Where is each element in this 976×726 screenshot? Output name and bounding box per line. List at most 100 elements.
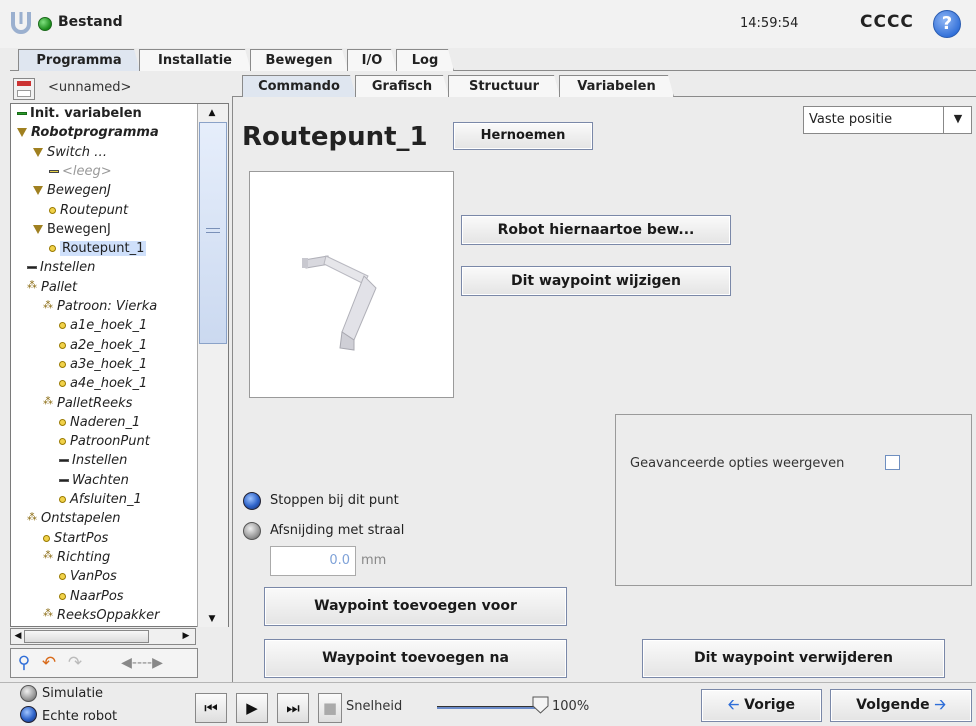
tree-item[interactable]: NaarPos — [59, 589, 124, 605]
tree-item[interactable]: BewegenJ — [33, 183, 111, 199]
tree-item-label: ReeksOppakker — [57, 607, 160, 623]
tree-item[interactable]: Wachten — [59, 473, 129, 489]
tree-item-label: Pallet — [41, 279, 78, 295]
tab-io[interactable]: I/O — [347, 49, 397, 71]
tree-item[interactable]: Afsluiten_1 — [59, 492, 142, 508]
simulation-radio[interactable] — [20, 685, 37, 702]
scroll-left-icon[interactable]: ◀ — [11, 629, 25, 643]
scroll-up-icon[interactable]: ▲ — [205, 106, 219, 121]
tree-item-label: PalletReeks — [57, 395, 133, 411]
save-program-icon[interactable] — [13, 78, 35, 100]
tree-item-label: Routepunt — [60, 202, 129, 218]
triangle-icon — [17, 128, 27, 138]
tree-item[interactable]: Switch … — [33, 145, 107, 161]
tree-item-label: BewegenJ — [47, 183, 111, 199]
tree-item-label: StartPos — [54, 530, 109, 546]
undo-icon[interactable]: ↶ — [37, 652, 61, 676]
add-waypoint-before-button[interactable]: Waypoint toevoegen voor — [264, 587, 567, 626]
tree-item[interactable]: PalletReeks — [43, 394, 133, 412]
tab-structuur[interactable]: Structuur — [448, 75, 560, 97]
tree-item[interactable]: Routepunt_1 — [49, 241, 147, 257]
search-icon[interactable]: ⚲ — [13, 652, 35, 676]
step-icon[interactable]: ⏭ — [277, 693, 309, 723]
tree-item[interactable]: a4e_hoek_1 — [59, 376, 147, 392]
chevron-down-icon[interactable]: ▼ — [943, 106, 972, 134]
bar-icon — [59, 459, 69, 463]
waypoint-icon — [59, 380, 66, 388]
tree-item[interactable]: Instellen — [59, 453, 127, 469]
tree-item[interactable]: <leeg> — [49, 164, 112, 180]
tree-item[interactable]: StartPos — [43, 531, 108, 547]
tree-item[interactable]: Patroon: Vierka — [43, 298, 157, 315]
tree-item-label: Naderen_1 — [70, 414, 141, 430]
speed-slider-fill — [437, 707, 535, 709]
tree-item[interactable]: Instellen — [27, 260, 95, 276]
scroll-right-icon[interactable]: ▶ — [179, 629, 193, 643]
advanced-options-box — [615, 414, 972, 586]
delete-waypoint-button[interactable]: Dit waypoint verwijderen — [642, 639, 945, 678]
tab-grafisch[interactable]: Grafisch — [355, 75, 449, 97]
stop-icon[interactable]: ■ — [318, 693, 342, 723]
green-bar-icon — [17, 112, 27, 115]
tree-item[interactable]: Ontstapelen — [27, 510, 121, 527]
rename-button[interactable]: Hernoemen — [453, 122, 593, 150]
blend-radius-radio[interactable] — [243, 522, 261, 540]
play-icon[interactable]: ▶ — [236, 693, 268, 723]
tree-scroll-thumb[interactable] — [199, 122, 227, 344]
advanced-options-checkbox[interactable] — [885, 455, 900, 470]
skip-back-icon[interactable]: ⏮ — [195, 693, 227, 723]
speed-slider-knob[interactable] — [532, 696, 549, 714]
tab-bewegen[interactable]: Bewegen — [250, 49, 348, 71]
title-bar — [0, 0, 976, 48]
pallet-icon — [43, 548, 53, 564]
tree-item[interactable]: a2e_hoek_1 — [59, 338, 147, 354]
tree-item[interactable]: Richting — [43, 548, 110, 566]
tree-item-label: Ontstapelen — [41, 511, 121, 527]
tree-item[interactable]: a3e_hoek_1 — [59, 357, 147, 373]
real-robot-radio[interactable] — [20, 706, 37, 723]
advanced-options-label: Geavanceerde opties weergeven — [630, 456, 845, 471]
tree-item[interactable]: a1e_hoek_1 — [59, 318, 147, 334]
blend-radius-input[interactable]: 0.0 — [270, 546, 356, 576]
tree-item[interactable]: Init. variabelen — [17, 106, 142, 122]
tab-commando[interactable]: Commando — [242, 75, 356, 97]
triangle-icon — [33, 147, 43, 157]
arrow-right-icon: 🡢 — [934, 697, 946, 713]
stop-at-point-radio[interactable] — [243, 492, 261, 510]
tree-item[interactable]: Robotprogramma — [17, 125, 159, 141]
arrow-left-icon: 🡠 — [727, 697, 740, 713]
tab-programma[interactable]: Programma — [18, 49, 140, 71]
add-waypoint-after-button[interactable]: Waypoint toevoegen na — [264, 639, 567, 678]
ur-logo-icon — [11, 12, 31, 34]
pallet-icon — [27, 278, 37, 294]
blend-radius-label: Afsnijding met straal — [270, 523, 405, 538]
tree-item[interactable]: BewegenJ — [33, 222, 111, 238]
redo-icon[interactable]: ↷ — [63, 652, 87, 676]
move-robot-here-button[interactable]: Robot hiernaartoe bew... — [461, 215, 731, 245]
waypoint-icon — [59, 360, 66, 368]
change-waypoint-button[interactable]: Dit waypoint wijzigen — [461, 266, 731, 296]
next-button[interactable]: Volgende 🡢 — [830, 689, 972, 722]
move-node-arrows-icon[interactable]: ◀----▶ — [90, 652, 194, 676]
waypoint-icon — [59, 592, 66, 600]
pallet-icon — [43, 298, 53, 314]
tree-item[interactable]: Routepunt — [49, 203, 128, 219]
previous-button[interactable]: 🡠 Vorige — [701, 689, 822, 722]
tree-item[interactable]: Pallet — [27, 278, 78, 296]
triangle-icon — [33, 224, 43, 234]
robot-arm-icon — [302, 255, 377, 351]
previous-label: Vorige — [744, 697, 796, 713]
file-menu-title[interactable]: Bestand — [58, 14, 123, 30]
tab-variabelen[interactable]: Variabelen — [559, 75, 674, 97]
help-icon[interactable]: ? — [933, 10, 961, 38]
tab-log[interactable]: Log — [396, 49, 454, 71]
tree-item[interactable]: ReeksOppakker — [43, 606, 160, 624]
tree-item[interactable]: PatroonPunt — [59, 434, 150, 450]
yellow-bar-icon — [49, 169, 59, 173]
tree-item[interactable]: VanPos — [59, 569, 117, 585]
tab-installatie[interactable]: Installatie — [139, 49, 251, 71]
tree-item-label: Switch … — [47, 144, 108, 160]
tree-horizontal-thumb[interactable] — [24, 630, 149, 643]
tree-item[interactable]: Naderen_1 — [59, 415, 140, 431]
scroll-down-icon[interactable]: ▼ — [205, 612, 219, 627]
